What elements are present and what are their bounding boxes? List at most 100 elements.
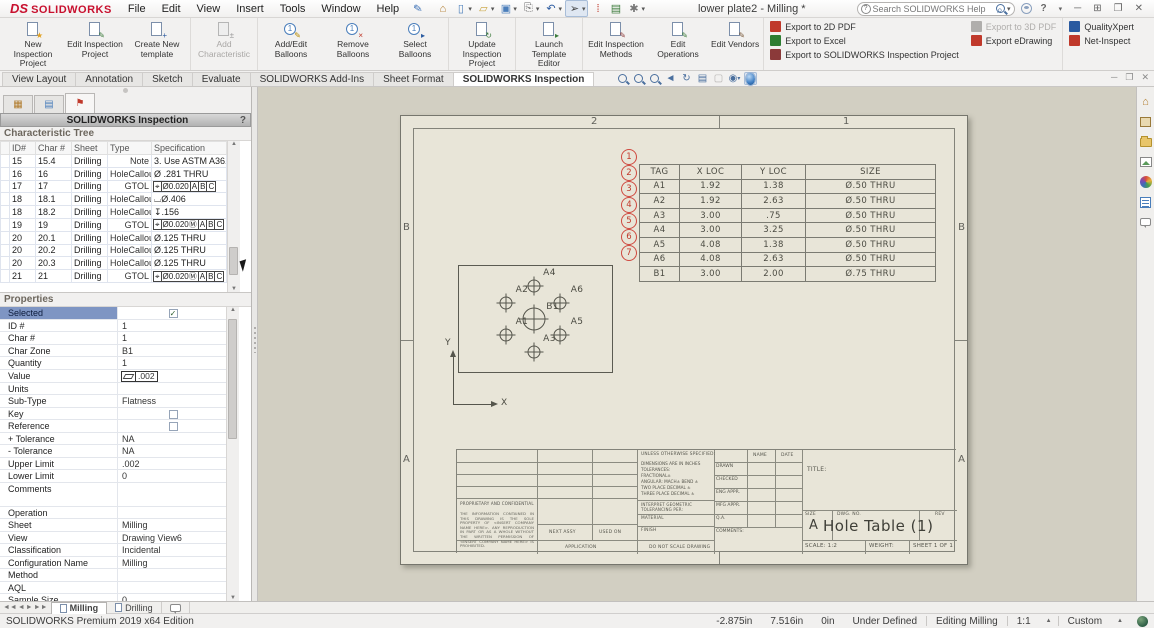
row-selector[interactable] [1, 193, 10, 206]
column-header-id[interactable]: ID# [10, 142, 36, 155]
table-row[interactable]: 1616DrillingHoleCalloutØ .281 THRU [1, 167, 227, 180]
scale-caret-icon[interactable]: ▲ [1040, 618, 1058, 624]
sheet-properties-icon[interactable]: ▤ [696, 72, 709, 85]
tab-annotation[interactable]: Annotation [75, 72, 143, 86]
edit-inspection-project-button[interactable]: ✎Edit Inspection Project [64, 20, 126, 68]
dropdown-caret-icon[interactable]: ▾ [536, 5, 540, 13]
table-row[interactable]: 2020.1DrillingHoleCalloutØ.125 THRU [1, 231, 227, 244]
inspection-balloon[interactable]: 4 [621, 197, 637, 213]
tab-evaluate[interactable]: Evaluate [192, 72, 251, 86]
doc-close-button[interactable]: ✕ [1141, 72, 1149, 83]
table-row[interactable]: 1717DrillingGTOL⌖Ø0.020ABC [1, 180, 227, 193]
graphics-area[interactable]: 2 1 B B A A TAGX LOCY LOCSIZEA11.921.38Ø… [258, 87, 1136, 601]
property-value[interactable] [118, 483, 226, 506]
table-row[interactable]: 2121DrillingGTOL⌖Ø0.020ⓂABC [1, 270, 227, 283]
print-icon[interactable]: ⎘▾ [520, 1, 542, 16]
properties-scrollbar[interactable]: ▲ ▼ [226, 307, 239, 601]
scroll-down-icon[interactable]: ▼ [230, 595, 236, 601]
property-value[interactable]: .002 [118, 458, 226, 470]
search-icon[interactable]: ⌕ [996, 4, 1005, 13]
property-value[interactable] [118, 408, 226, 420]
property-value[interactable]: 0 [118, 594, 226, 601]
first-sheet-icon[interactable]: ◄◄ [3, 604, 17, 611]
export-to-excel-button[interactable]: Export to Excel [770, 35, 959, 46]
view-settings-icon[interactable]: ◉▾ [728, 72, 741, 85]
menu-file[interactable]: File [120, 3, 154, 15]
dropdown-caret-icon[interactable]: ▾ [513, 5, 517, 13]
table-row[interactable]: 1818.2DrillingHoleCallout↧.156 [1, 206, 227, 219]
globe-icon[interactable] [1137, 616, 1148, 627]
hole-a1[interactable] [500, 328, 513, 341]
select-cursor-icon[interactable]: ➢▾ [565, 0, 589, 17]
custom-properties-icon[interactable] [1139, 195, 1153, 209]
next-sheet-icon[interactable]: ► [26, 604, 33, 611]
pin-menu-icon[interactable]: ✏ [410, 1, 425, 17]
column-header-sheet[interactable]: Sheet [72, 142, 108, 155]
menu-help[interactable]: Help [369, 3, 408, 15]
prev-sheet-icon[interactable]: ◄ [18, 604, 25, 611]
design-library-icon[interactable] [1139, 115, 1153, 129]
add-edit-balloons-button[interactable]: 1✎Add/Edit Balloons [260, 20, 322, 68]
tab-sketch[interactable]: Sketch [142, 72, 193, 86]
create-new-template-button[interactable]: +Create New template [126, 20, 188, 68]
gdt-value-field[interactable]: .002 [122, 371, 158, 382]
help-button[interactable]: ? [1038, 3, 1050, 14]
file-explorer-icon[interactable] [1139, 135, 1153, 149]
property-value[interactable]: NA [118, 445, 226, 457]
checkbox-checked[interactable]: ✓ [169, 309, 178, 318]
row-selector[interactable] [1, 218, 10, 231]
menu-tools[interactable]: Tools [272, 3, 314, 15]
row-selector[interactable] [1, 155, 10, 168]
property-value[interactable] [118, 383, 226, 395]
tab-sheet-format[interactable]: Sheet Format [373, 72, 454, 86]
row-selector[interactable] [1, 257, 10, 270]
balloons-tab[interactable]: ⚑ [65, 93, 95, 113]
edit-inspection-methods-button[interactable]: ✎Edit Inspection Methods [585, 20, 647, 68]
solidworks-resources-icon[interactable]: ⌂ [1139, 95, 1153, 109]
menu-insert[interactable]: Insert [228, 3, 272, 15]
menu-window[interactable]: Window [313, 3, 368, 15]
last-sheet-icon[interactable]: ►► [34, 604, 48, 611]
qualityxpert-button[interactable]: QualityXpert [1069, 21, 1134, 32]
select-balloons-button[interactable]: 1▸Select Balloons [384, 20, 446, 68]
inspection-balloon[interactable]: 1 [621, 149, 637, 165]
row-selector[interactable] [1, 206, 10, 219]
open-folder-icon[interactable]: ▱▾ [475, 1, 497, 16]
characteristic-list-tab[interactable]: ▤ [34, 95, 64, 113]
menu-view[interactable]: View [189, 3, 229, 15]
dropdown-caret-icon[interactable]: ▾ [558, 5, 562, 13]
row-selector[interactable] [1, 231, 10, 244]
property-value[interactable]: 1 [118, 320, 226, 332]
zoom-fit-icon[interactable] [616, 72, 629, 85]
hole-a3[interactable] [527, 345, 540, 358]
render-sphere-icon[interactable] [744, 72, 757, 85]
drawing-sheet[interactable]: 2 1 B B A A TAGX LOCY LOCSIZEA11.921.38Ø… [400, 115, 968, 565]
property-value[interactable] [118, 507, 226, 519]
new-document-icon[interactable]: ▯▾ [452, 1, 474, 16]
options-gear-icon[interactable]: ✱▾ [625, 1, 647, 16]
rotate-view-icon[interactable]: ↻ [680, 72, 693, 85]
property-value[interactable]: 1 [118, 332, 226, 344]
table-row[interactable]: 2020.3DrillingHoleCalloutØ.125 THRU [1, 257, 227, 270]
tab-solidworks-inspection[interactable]: SOLIDWORKS Inspection [453, 72, 595, 86]
home-icon[interactable]: ⌂ [434, 1, 451, 16]
restore-button[interactable]: ❐ [1111, 3, 1126, 14]
tab-view-layout[interactable]: View Layout [2, 72, 76, 86]
hole-a2[interactable] [500, 297, 513, 310]
inspection-balloon[interactable]: 3 [621, 181, 637, 197]
table-row[interactable]: 2020.2DrillingHoleCalloutØ.125 THRU [1, 244, 227, 257]
search-caret-icon[interactable]: ▾ [1007, 5, 1011, 13]
help-caret-icon[interactable]: ▾ [1056, 5, 1066, 13]
property-value[interactable]: .002 [118, 370, 226, 382]
inspection-balloon[interactable]: 7 [621, 245, 637, 261]
zoom-area-icon[interactable] [632, 72, 645, 85]
checkbox-unchecked[interactable] [169, 422, 178, 431]
hole-a4[interactable] [527, 280, 540, 293]
save-icon[interactable]: ▣▾ [497, 1, 519, 16]
dropdown-caret-icon[interactable]: ▾ [582, 5, 586, 13]
menu-edit[interactable]: Edit [154, 3, 189, 15]
maximize-button[interactable]: ⊞ [1090, 3, 1104, 14]
minimize-button[interactable]: ─ [1071, 3, 1084, 14]
launch-template-editor-button[interactable]: ▸Launch Template Editor [518, 20, 580, 68]
scroll-down-icon[interactable]: ▼ [231, 286, 237, 292]
